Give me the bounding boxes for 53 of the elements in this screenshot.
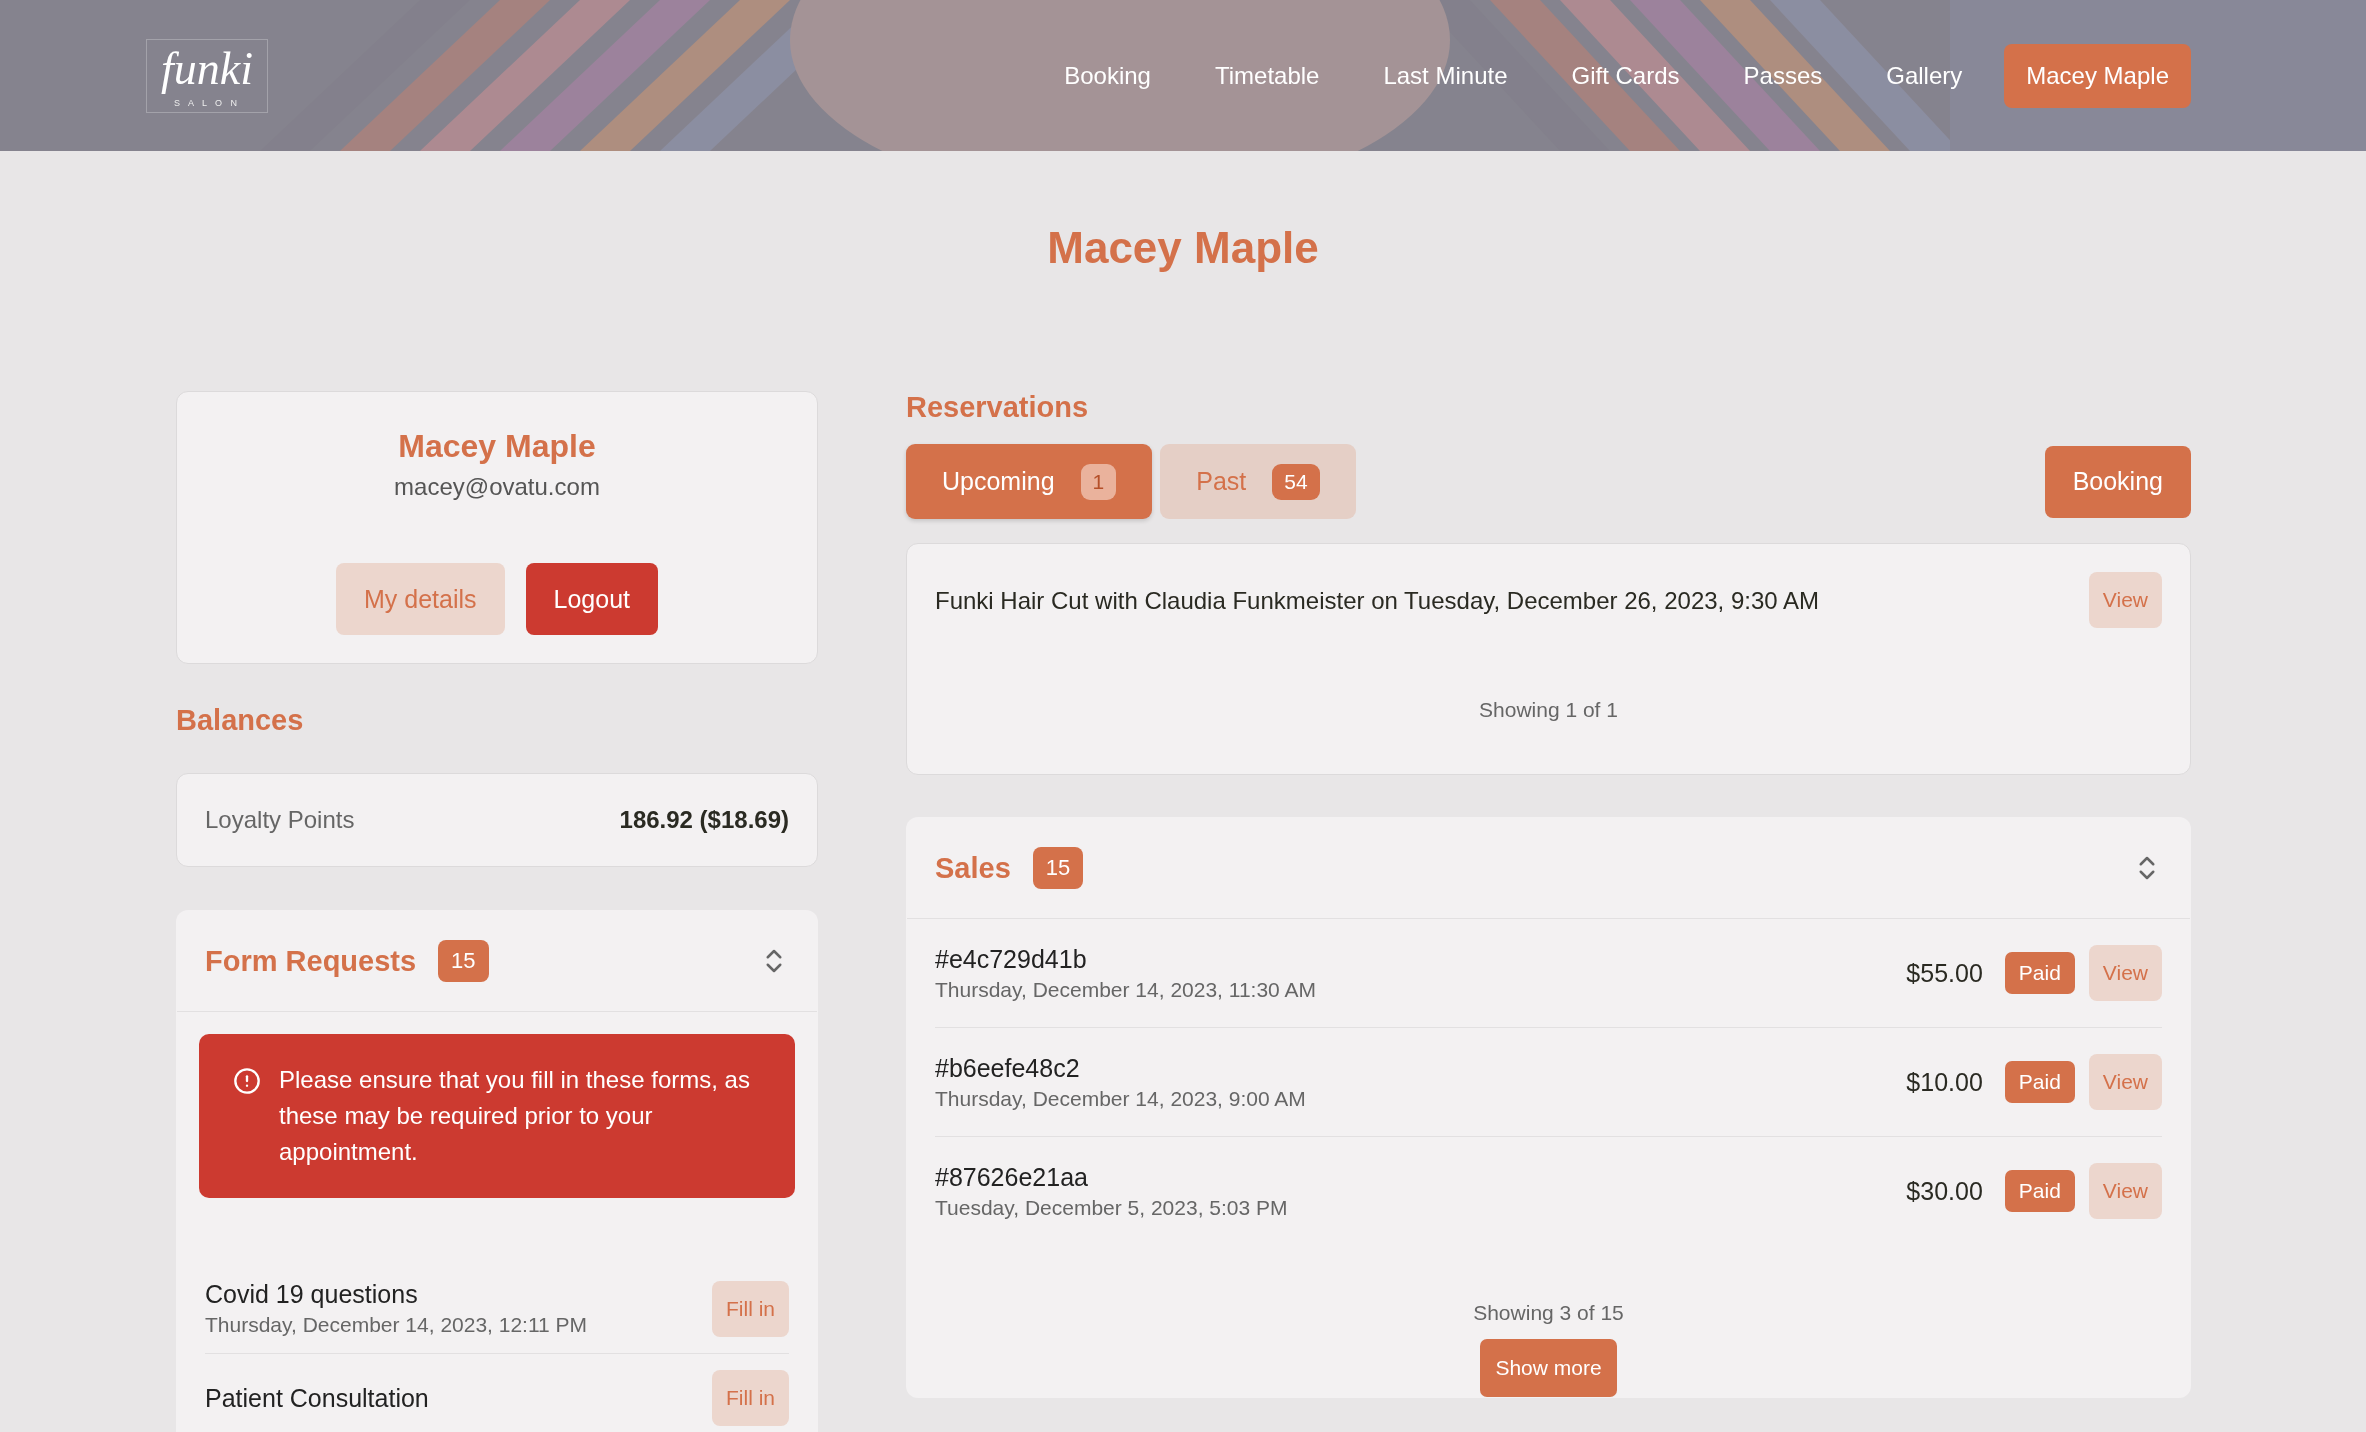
count-badge: 15 [438,940,489,982]
view-button[interactable]: View [2088,945,2162,1001]
reservation-tab[interactable]: Upcoming 1 [906,444,1153,519]
profile-email: macey@ovatu.com [394,473,600,501]
details-button[interactable]: My details [336,563,505,635]
account-button[interactable]: Macey Maple [2004,43,2191,108]
section-heading: Balances [176,704,305,737]
show-more-button[interactable]: Show more [1480,1339,1617,1397]
panel-title: Sales [935,851,1011,885]
sale-amount: $30.00 [1906,1176,1983,1206]
view-button[interactable]: View [2088,572,2162,628]
view-button[interactable]: View [2088,1054,2162,1110]
form-title: Covid 19 questions [205,1280,419,1309]
status-badge: Paid [2004,952,2075,994]
reservation-tab[interactable]: Past 54 [1160,444,1356,519]
count-badge: 15 [1032,847,1084,889]
reservation-text: Funki Hair Cut with Claudia Funkmeister on Tuesday, December 26, 2023, 9:30 AM [935,587,1819,615]
sale-id: #e4c729d41b [935,944,1088,974]
profile-name: Macey Maple [398,428,596,465]
count-badge: 54 [1272,463,1320,500]
section-heading: Reservations [906,391,1090,424]
view-button[interactable]: View [2088,1163,2162,1219]
sale-amount: $55.00 [1906,958,1983,988]
nav-link[interactable]: Last Minute [1361,43,1530,108]
form-date: Thursday, December 14, 2023, 12:11 PM [205,1313,589,1337]
alert-icon [233,1067,261,1095]
balance-label: Loyalty Points [205,806,355,834]
booking-button[interactable]: Booking [2044,445,2191,518]
nav-link[interactable]: Booking [1042,43,1173,108]
sale-amount: $10.00 [1906,1067,1983,1097]
logo[interactable]: funki S A L O N [146,38,268,113]
form-title: Patient Consultation [205,1383,430,1413]
nav-link[interactable]: Gallery [1864,43,1985,108]
pagination-text: Showing 3 of 15 [1472,1301,1625,1325]
nav-link[interactable]: Gift Cards [1549,43,1702,108]
logout-button[interactable]: Logout [525,563,658,635]
count-badge: 1 [1080,463,1117,500]
alert-text: Please ensure that you fill in these forms, as these may be required prior to your appointment. [279,1065,751,1167]
sale-date: Thursday, December 14, 2023, 11:30 AM [935,977,1317,1002]
status-badge: Paid [2004,1061,2075,1103]
balance-value: 186.92 ($18.69) [619,806,789,834]
sale-id: #87626e21aa [935,1162,1089,1192]
sale-id: #b6eefe48c2 [935,1053,1081,1083]
nav-link[interactable]: Passes [1721,43,1845,108]
pagination-text: Showing 1 of 1 [1478,698,1619,722]
sale-date: Thursday, December 14, 2023, 9:00 AM [935,1086,1307,1111]
page-title: Macey Maple [1046,222,1320,273]
fill-in-button[interactable]: Fill in [712,1280,789,1337]
sale-date: Tuesday, December 5, 2023, 5:03 PM [935,1195,1289,1220]
fill-in-button[interactable]: Fill in [712,1370,789,1426]
nav-link[interactable]: Timetable [1192,43,1342,108]
status-badge: Paid [2004,1170,2075,1212]
panel-title: Form Requests [205,944,417,978]
